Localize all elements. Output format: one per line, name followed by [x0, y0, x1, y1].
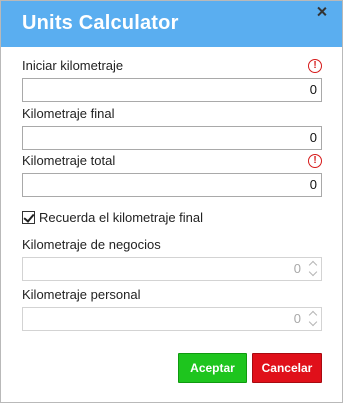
business-mileage-value: 0 — [293, 261, 301, 276]
business-mileage-input: 0 — [22, 257, 322, 281]
personal-mileage-value: 0 — [293, 311, 301, 326]
remember-end-mileage-checkbox[interactable] — [22, 211, 35, 224]
start-mileage-input[interactable]: 0 — [22, 78, 322, 102]
cancel-button[interactable]: Cancelar — [252, 353, 322, 383]
chevron-down-icon — [307, 269, 319, 278]
units-calculator-dialog: Units Calculator Iniciar kilometraje ! 0… — [0, 0, 343, 403]
personal-mileage-spinner — [307, 310, 319, 328]
total-mileage-input[interactable]: 0 — [22, 173, 322, 197]
warning-icon: ! — [308, 59, 322, 73]
personal-mileage-input: 0 — [22, 307, 322, 331]
dialog-titlebar: Units Calculator — [1, 1, 342, 47]
business-mileage-label: Kilometraje de negocios — [22, 237, 161, 252]
warning-icon: ! — [308, 154, 322, 168]
accept-button[interactable]: Aceptar — [178, 353, 247, 383]
personal-mileage-label: Kilometraje personal — [22, 287, 141, 302]
remember-end-mileage-label[interactable]: Recuerda el kilometraje final — [39, 210, 203, 225]
chevron-down-icon — [307, 319, 319, 328]
end-mileage-input[interactable]: 0 — [22, 126, 322, 150]
end-mileage-label: Kilometraje final — [22, 106, 115, 121]
dialog-title: Units Calculator — [22, 12, 179, 34]
start-mileage-label: Iniciar kilometraje — [22, 58, 124, 73]
total-mileage-label: Kilometraje total — [22, 153, 116, 168]
business-mileage-spinner — [307, 260, 319, 278]
close-icon[interactable] — [315, 5, 329, 19]
